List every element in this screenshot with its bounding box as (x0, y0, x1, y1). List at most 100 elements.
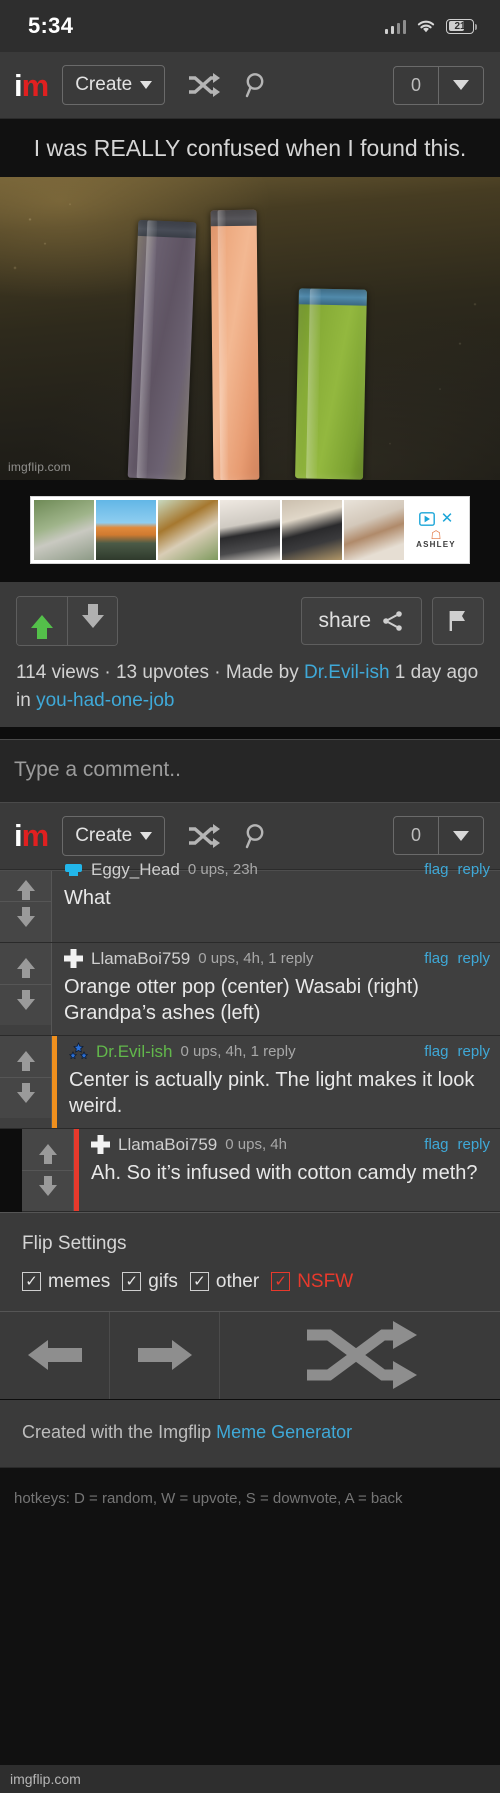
back-button[interactable] (0, 1311, 110, 1399)
comment-reply-link[interactable]: reply (457, 1136, 490, 1153)
adchoices-icon[interactable] (418, 512, 435, 526)
checkbox[interactable]: ✓ (22, 1272, 41, 1292)
counter-dropdown-button[interactable] (438, 817, 483, 855)
forward-button[interactable] (110, 1311, 220, 1399)
comment-actions: flag reply (424, 1136, 490, 1153)
battery-icon: 21 (446, 18, 477, 34)
view-count: 114 views (16, 662, 100, 684)
comments-list: Eggy_Head 0 ups, 23h flag reply What LlamaBoi… (0, 860, 500, 1212)
comment-username[interactable]: Eggy_Head (91, 860, 180, 880)
comment-item: LlamaBoi759 0 ups, 4h, 1 reply flag reply Or… (0, 942, 500, 1036)
vote-group (16, 596, 118, 647)
share-icon (383, 611, 402, 632)
stream-link[interactable]: you-had-one-job (36, 690, 174, 711)
comment-flag-link[interactable]: flag (424, 1136, 448, 1153)
comment-upvote-button[interactable] (0, 1035, 51, 1077)
comment-reply-link[interactable]: reply (457, 950, 490, 967)
top-navbar: im Create 0 (0, 52, 500, 119)
comment-text: Center is actually pink. The light makes… (69, 1068, 475, 1117)
logo-letter-i: i (14, 67, 23, 103)
search-icon[interactable] (243, 822, 271, 850)
comment-username[interactable]: Dr.Evil-ish (96, 1042, 173, 1062)
upvote-arrow-icon (16, 880, 35, 901)
comment-flag-link[interactable]: flag (424, 861, 448, 878)
ad-close-button[interactable]: ✕ (441, 511, 454, 526)
ad-thumbnail[interactable] (282, 500, 342, 561)
comment-reply-link[interactable]: reply (457, 1043, 490, 1060)
search-icon[interactable] (243, 71, 271, 99)
comment-input[interactable]: Type a comment.. (0, 738, 500, 803)
comment-upvote-button[interactable] (0, 870, 51, 901)
share-button[interactable]: share (301, 597, 422, 646)
checkbox[interactable]: ✓ (122, 1272, 142, 1292)
flip-option-nsfw[interactable]: ✓ NSFW (271, 1271, 353, 1293)
comment-actions: flag reply (424, 1043, 490, 1060)
create-button[interactable]: Create (62, 65, 166, 105)
comment-header: LlamaBoi759 0 ups, 4h flag reply (91, 1135, 490, 1155)
comment-thread: LlamaBoi759 0 ups, 4h, 1 reply flag reply Or… (0, 942, 500, 1036)
comment-username[interactable]: LlamaBoi759 (118, 1135, 217, 1155)
chevron-down-icon (453, 830, 469, 841)
ad-thumbnail[interactable] (158, 500, 218, 561)
comment-actions: flag reply (424, 950, 490, 967)
status-bar: 5:34 21 (0, 0, 500, 52)
comment-vote-group (22, 1128, 74, 1211)
comment-meta: 0 ups, 23h (187, 861, 258, 879)
comment-reply-link[interactable]: reply (457, 861, 490, 878)
post-metadata: 114 views · 13 upvotes · Made by Dr.Evil… (16, 646, 484, 714)
comment-header: Dr.Evil-ish 0 ups, 4h, 1 reply flag reply (68, 1042, 490, 1062)
meme-image[interactable]: imgflip.com (0, 177, 500, 481)
comment-downvote-button[interactable] (0, 1076, 51, 1118)
shuffle-icon (307, 1321, 417, 1390)
comment-thread: LlamaBoi759 0 ups, 4h flag reply Ah. So it’s… (0, 1128, 500, 1212)
shuffle-icon[interactable] (187, 73, 221, 97)
notification-counter[interactable]: 0 (393, 65, 484, 105)
meme-post: I was REALLY confused when I found this.… (0, 119, 500, 481)
upvote-button[interactable] (17, 597, 67, 646)
create-button[interactable]: Create (62, 815, 166, 856)
ad-thumbnail[interactable] (34, 500, 94, 561)
comment-vote-group (0, 942, 52, 1035)
created-prefix: Created with the Imgflip (22, 1421, 217, 1442)
random-button[interactable] (220, 1312, 500, 1399)
comment-username[interactable]: LlamaBoi759 (91, 949, 190, 969)
comment-thread: Eggy_Head 0 ups, 23h flag reply What (0, 860, 500, 943)
meta-separator: · (208, 662, 226, 684)
flip-option-other[interactable]: ✓ other (189, 1270, 260, 1293)
imgflip-logo[interactable]: im (10, 70, 56, 101)
downvote-button[interactable] (67, 597, 117, 646)
imgflip-logo[interactable]: im (10, 820, 56, 851)
cellular-signal-icon (384, 19, 406, 34)
comment-upvote-button[interactable] (0, 942, 51, 984)
ad-thumbnail[interactable] (344, 500, 404, 561)
comment-downvote-button[interactable] (0, 983, 51, 1025)
checkbox[interactable]: ✓ (271, 1272, 291, 1292)
ad-thumbnail[interactable] (96, 500, 156, 561)
notification-counter[interactable]: 0 (393, 816, 484, 856)
flip-option-memes[interactable]: ✓ memes (22, 1271, 110, 1293)
flip-navigation (0, 1310, 500, 1399)
flip-option-gifs[interactable]: ✓ gifs (122, 1271, 178, 1293)
comment-item: Dr.Evil-ish 0 ups, 4h, 1 reply flag reply Ce… (0, 1035, 500, 1129)
author-link[interactable]: Dr.Evil-ish (304, 662, 390, 683)
comment-downvote-button[interactable] (22, 1169, 73, 1211)
ad-thumbnail[interactable] (220, 500, 280, 561)
comment-upvote-button[interactable] (22, 1128, 73, 1170)
chevron-down-icon (140, 831, 153, 840)
flip-settings-title: Flip Settings (22, 1232, 127, 1254)
comment-downvote-button[interactable] (0, 900, 51, 942)
comment-flag-link[interactable]: flag (424, 1043, 448, 1060)
shuffle-icon[interactable] (187, 823, 221, 848)
meme-generator-link[interactable]: Meme Generator (216, 1422, 352, 1442)
arrow-right-icon (137, 1340, 192, 1371)
comment-actions: flag reply (424, 861, 490, 878)
upvote-arrow-icon (16, 1050, 35, 1071)
flag-button[interactable] (432, 597, 484, 646)
checkbox[interactable]: ✓ (189, 1272, 209, 1292)
ashley-furniture-ad[interactable]: ✕ ☖ ASHLEY (30, 496, 470, 565)
comment-flag-link[interactable]: flag (424, 950, 448, 967)
flip-settings-panel: Flip Settings ✓ memes ✓ gifs ✓ other ✓ NSFW (0, 1211, 500, 1399)
comment-meta: 0 ups, 4h (225, 1136, 287, 1154)
checkbox-label: other (215, 1270, 260, 1292)
counter-dropdown-button[interactable] (438, 66, 483, 104)
